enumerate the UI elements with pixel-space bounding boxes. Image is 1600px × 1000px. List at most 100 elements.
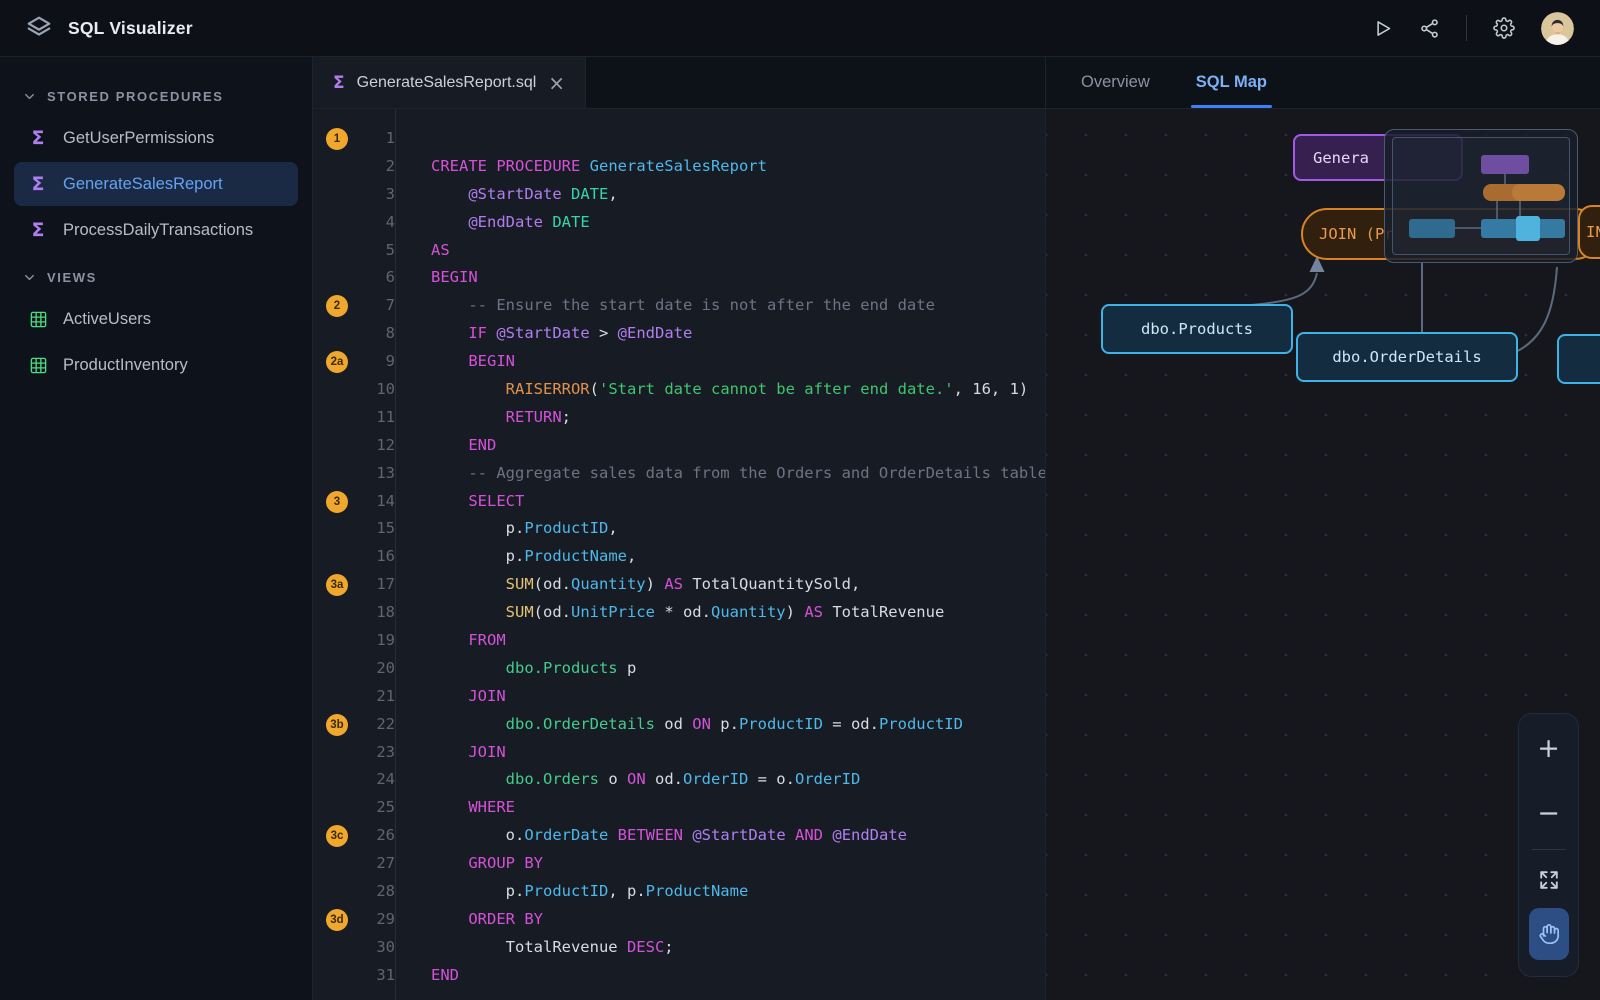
code-text: CREATE PROCEDURE GenerateSalesReport bbox=[395, 153, 1045, 181]
diagram-node-join-2[interactable]: IN bbox=[1578, 205, 1600, 259]
code-line: 3 @StartDate DATE, bbox=[313, 181, 1045, 209]
fit-view-button maximize-icon[interactable] bbox=[1538, 869, 1560, 891]
code-text: END bbox=[395, 432, 1045, 460]
code-line: 25 WHERE bbox=[313, 794, 1045, 822]
table-grid-icon bbox=[28, 356, 48, 375]
line-number: 29 bbox=[361, 906, 395, 934]
sql-map-canvas[interactable]: GeneraJOIN (PrINdbo.Productsdbo.OrderDet… bbox=[1046, 109, 1600, 1000]
minimap[interactable] bbox=[1384, 129, 1578, 263]
code-line: 11 bbox=[313, 125, 1045, 153]
sidebar-section-stored-procedures: STORED PROCEDURESΣGetUserPermissionsΣGen… bbox=[14, 89, 298, 252]
line-number: 31 bbox=[361, 962, 395, 990]
close-icon[interactable]: × bbox=[548, 73, 565, 93]
section-header-stored-procedures[interactable]: STORED PROCEDURES bbox=[22, 89, 290, 104]
code-text: WHERE bbox=[395, 794, 1045, 822]
line-number: 20 bbox=[361, 655, 395, 683]
node-label: dbo.OrderDetails bbox=[1332, 348, 1481, 366]
code-line: 24 dbo.Orders o ON od.OrderID = o.OrderI… bbox=[313, 766, 1045, 794]
code-line: 30 TotalRevenue DESC; bbox=[313, 934, 1045, 962]
sql-editor: Σ GenerateSalesReport.sql × 112CREATE PR… bbox=[313, 57, 1045, 1000]
code-text: FROM bbox=[395, 627, 1045, 655]
sidebar-item-activeusers[interactable]: ActiveUsers bbox=[14, 297, 298, 341]
line-number: 30 bbox=[361, 934, 395, 962]
code-text: p.ProductName, bbox=[395, 543, 1045, 571]
minimap-node-procedure bbox=[1481, 155, 1529, 174]
table-grid-icon bbox=[28, 310, 48, 329]
tab-label: SQL Map bbox=[1196, 73, 1267, 92]
code-text: SUM(od.Quantity) AS TotalQuantitySold, bbox=[395, 571, 1045, 599]
code-text: END bbox=[395, 962, 1045, 990]
minimap-node-table-left bbox=[1409, 219, 1455, 238]
code-line: 18 SUM(od.UnitPrice * od.Quantity) AS To… bbox=[313, 599, 1045, 627]
zoom-out-button[interactable]: − bbox=[1531, 799, 1566, 828]
code-line: 27 GROUP BY bbox=[313, 850, 1045, 878]
section-header-views[interactable]: VIEWS bbox=[22, 270, 290, 285]
sidebar-item-label: GenerateSalesReport bbox=[63, 175, 223, 194]
annotation-badge[interactable]: 3c bbox=[326, 825, 348, 847]
code-line: 11 RETURN; bbox=[313, 404, 1045, 432]
annotation-badge[interactable]: 3 bbox=[326, 491, 348, 513]
line-number: 22 bbox=[361, 711, 395, 739]
gutter-badge-col: 3b bbox=[313, 714, 361, 736]
code-line: 15 p.ProductID, bbox=[313, 515, 1045, 543]
zoom-in-button[interactable]: + bbox=[1531, 734, 1566, 763]
code-text: RETURN; bbox=[395, 404, 1045, 432]
line-number: 4 bbox=[361, 209, 395, 237]
code-line: 16 p.ProductName, bbox=[313, 543, 1045, 571]
code-line: 27 -- Ensure the start date is not after… bbox=[313, 292, 1045, 320]
line-number: 17 bbox=[361, 571, 395, 599]
user-avatar[interactable] bbox=[1541, 12, 1574, 45]
zoom-controls: + − bbox=[1518, 713, 1579, 977]
code-line: 13 -- Aggregate sales data from the Orde… bbox=[313, 460, 1045, 488]
editor-tab-generatesalesreport[interactable]: Σ GenerateSalesReport.sql × bbox=[313, 57, 586, 108]
line-number: 15 bbox=[361, 515, 395, 543]
editor-tab-label: GenerateSalesReport.sql bbox=[357, 74, 537, 92]
code-text: @StartDate DATE, bbox=[395, 181, 1045, 209]
code-line: 23 JOIN bbox=[313, 739, 1045, 767]
topbar-actions bbox=[1372, 12, 1574, 45]
line-number: 23 bbox=[361, 739, 395, 767]
gutter-badge-col: 3d bbox=[313, 909, 361, 931]
tab-sql-map[interactable]: SQL Map bbox=[1196, 57, 1267, 108]
tab-overview[interactable]: Overview bbox=[1081, 57, 1150, 108]
line-number: 28 bbox=[361, 878, 395, 906]
code-line: 314 SELECT bbox=[313, 488, 1045, 516]
sigma-icon: Σ bbox=[28, 127, 48, 149]
code-line: 6BEGIN bbox=[313, 264, 1045, 292]
sidebar-item-processdailytransactions[interactable]: ΣProcessDailyTransactions bbox=[14, 208, 298, 252]
line-number: 6 bbox=[361, 264, 395, 292]
diagram-node-products[interactable]: dbo.Products bbox=[1101, 304, 1293, 354]
annotation-badge[interactable]: 3d bbox=[326, 909, 348, 931]
code-text: BEGIN bbox=[395, 264, 1045, 292]
line-number: 12 bbox=[361, 432, 395, 460]
share-button[interactable] bbox=[1419, 18, 1440, 39]
run-button[interactable] bbox=[1372, 18, 1393, 39]
line-number: 9 bbox=[361, 348, 395, 376]
code-line: 12 END bbox=[313, 432, 1045, 460]
code-text: -- Aggregate sales data from the Orders … bbox=[395, 460, 1045, 488]
line-number: 24 bbox=[361, 766, 395, 794]
diagram-node-order-details[interactable]: dbo.OrderDetails bbox=[1296, 332, 1518, 382]
line-number: 8 bbox=[361, 320, 395, 348]
editor-tabstrip: Σ GenerateSalesReport.sql × bbox=[313, 57, 1045, 109]
node-label: JOIN (Pr bbox=[1319, 225, 1394, 243]
settings-gear-button[interactable] bbox=[1493, 17, 1515, 39]
code-line: 3a 17 SUM(od.Quantity) AS TotalQuantitySo… bbox=[313, 571, 1045, 599]
annotation-badge[interactable]: 1 bbox=[326, 128, 348, 150]
annotation-badge[interactable]: 3a bbox=[326, 574, 348, 596]
node-label: IN bbox=[1586, 223, 1600, 241]
annotation-badge[interactable]: 2 bbox=[326, 295, 348, 317]
sidebar-item-getuserpermissions[interactable]: ΣGetUserPermissions bbox=[14, 116, 298, 160]
code-line: 2CREATE PROCEDURE GenerateSalesReport bbox=[313, 153, 1045, 181]
diagram-node-table-3[interactable] bbox=[1557, 334, 1600, 384]
line-number: 19 bbox=[361, 627, 395, 655]
pan-tool-button hand-icon[interactable] bbox=[1529, 908, 1569, 960]
chevron-down-icon bbox=[22, 89, 37, 104]
annotation-badge[interactable]: 2a bbox=[326, 351, 348, 373]
code-text: SUM(od.UnitPrice * od.Quantity) AS Total… bbox=[395, 599, 1045, 627]
sidebar-item-productinventory[interactable]: ProductInventory bbox=[14, 343, 298, 387]
code-text: JOIN bbox=[395, 683, 1045, 711]
sidebar-item-generatesalesreport[interactable]: ΣGenerateSalesReport bbox=[14, 162, 298, 206]
annotation-badge[interactable]: 3b bbox=[326, 714, 348, 736]
code-text: SELECT bbox=[395, 488, 1045, 516]
